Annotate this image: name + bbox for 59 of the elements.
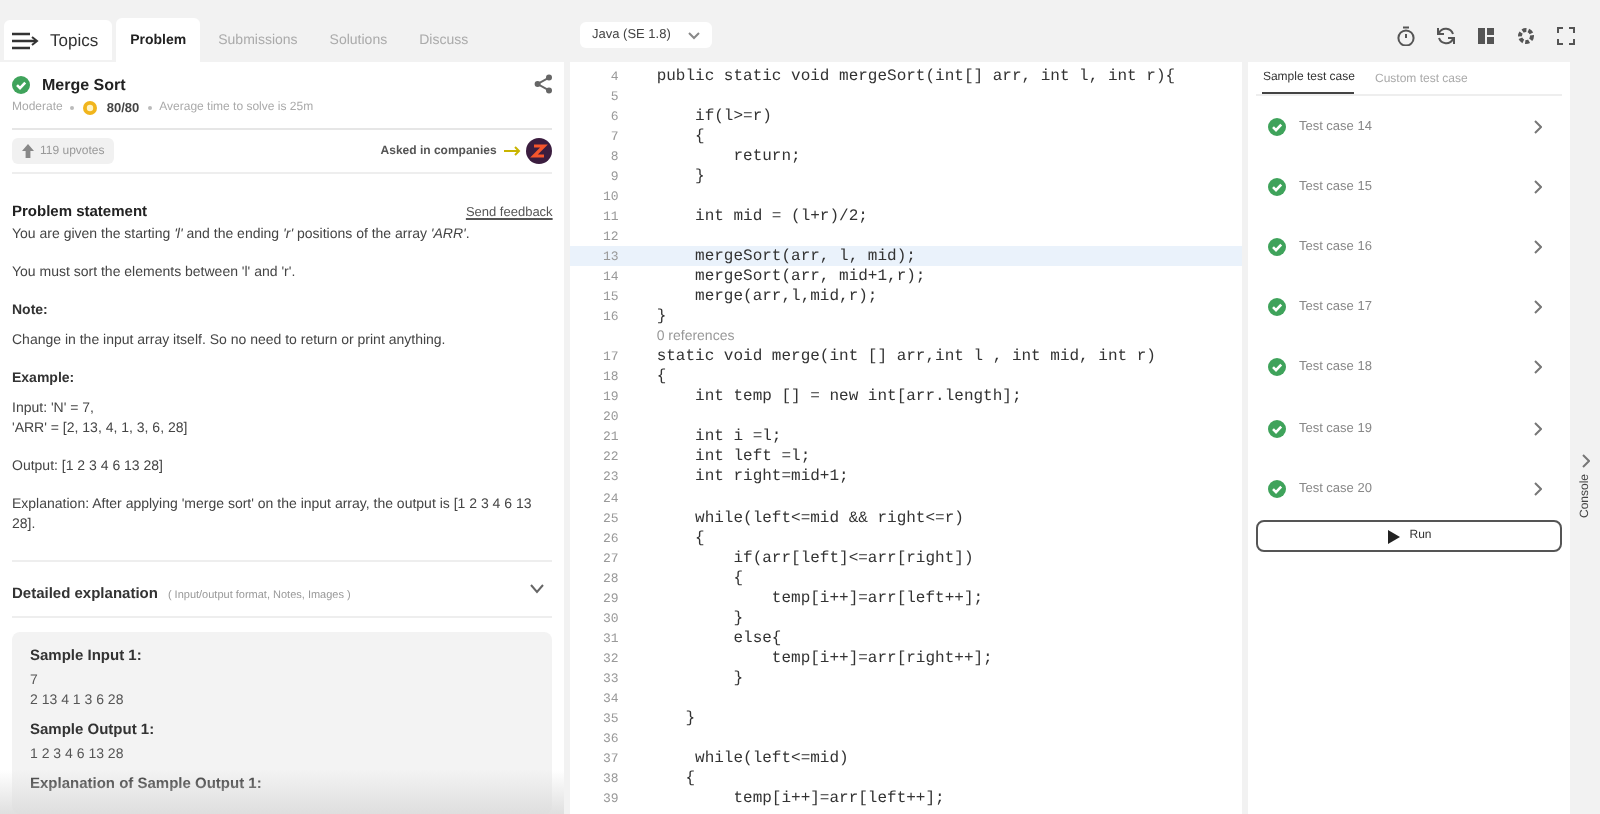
- separator-dot: [147, 106, 152, 110]
- refresh-icon: [1436, 25, 1456, 45]
- code-line: int mid = (l+r)/2;: [693, 207, 868, 226]
- topics-button[interactable]: Topics: [4, 20, 113, 60]
- chevron-right-icon: [1534, 421, 1543, 436]
- code-line: }: [731, 669, 744, 688]
- code-line: {: [693, 529, 705, 548]
- code-line: }: [656, 308, 667, 327]
- timer-icon: [1396, 25, 1416, 45]
- code-line: static void merge(int [] arr,int l , int mid, int r): [656, 348, 1156, 367]
- chevron-right-icon: [1534, 360, 1543, 375]
- code-line: temp[i++]=arr[left++];: [769, 589, 984, 608]
- code-line: return;: [731, 147, 801, 166]
- code-line: if(l>=r): [693, 107, 772, 126]
- fullscreen-icon: [1556, 25, 1576, 45]
- chevron-right-icon: [1534, 119, 1543, 134]
- code-line: if(arr[left]<=arr[right]): [731, 549, 974, 568]
- code-line: merge(arr,l,mid,r);: [693, 288, 878, 307]
- upvote-icon: [22, 144, 34, 158]
- layout-button[interactable]: [1476, 25, 1496, 45]
- code-line: mergeSort(arr, l, mid);: [693, 247, 916, 266]
- code-line: temp[i++]=arr[left++];: [731, 790, 945, 809]
- code-line: {: [731, 569, 744, 588]
- code-line: temp[i++]=arr[right++];: [769, 649, 993, 668]
- code-line: }: [731, 609, 744, 628]
- code-line: {: [683, 770, 696, 789]
- code-line: }: [693, 167, 705, 186]
- code-line: public static void mergeSort(int[] arr, int l, int r){: [656, 67, 1176, 86]
- code-line: int right=mid+1;: [693, 468, 849, 487]
- settings-icon: [1516, 25, 1536, 45]
- fullscreen-button[interactable]: [1556, 25, 1576, 45]
- code-line: while(left<=mid && right<=r): [693, 509, 964, 528]
- share-icon: [534, 74, 553, 94]
- problem-title: Merge Sort: [42, 75, 126, 93]
- code-line: }: [683, 710, 696, 729]
- code-line: int temp [] = new int[arr.length];: [693, 388, 1022, 407]
- chevron-right-icon: [1534, 300, 1543, 315]
- separator-dot: [70, 106, 75, 110]
- chevron-right-icon: [1534, 481, 1543, 496]
- play-icon: [1387, 529, 1400, 544]
- refresh-button[interactable]: [1436, 25, 1456, 45]
- settings-button[interactable]: [1516, 25, 1536, 45]
- timer-button[interactable]: [1396, 25, 1416, 45]
- code-line: mergeSort(arr, mid+1,r);: [693, 267, 926, 286]
- coin-icon: [82, 100, 99, 116]
- code-line: int left =l;: [693, 448, 811, 467]
- chevron-down-icon: [688, 31, 701, 39]
- company-logo-icon: [526, 138, 553, 164]
- menu-icon: [12, 31, 40, 49]
- code-line: {: [656, 368, 667, 387]
- chevron-right-icon: [1534, 239, 1543, 254]
- chevron-right-icon: [1534, 179, 1543, 194]
- code-line: int i =l;: [693, 428, 782, 447]
- code-line: {: [693, 127, 705, 146]
- arrow-icon: [504, 146, 523, 156]
- chevron-right-icon: [1581, 454, 1590, 468]
- code-line: else{: [731, 629, 782, 648]
- layout-icon: [1476, 25, 1496, 45]
- code-line: while(left<=mid): [694, 750, 849, 769]
